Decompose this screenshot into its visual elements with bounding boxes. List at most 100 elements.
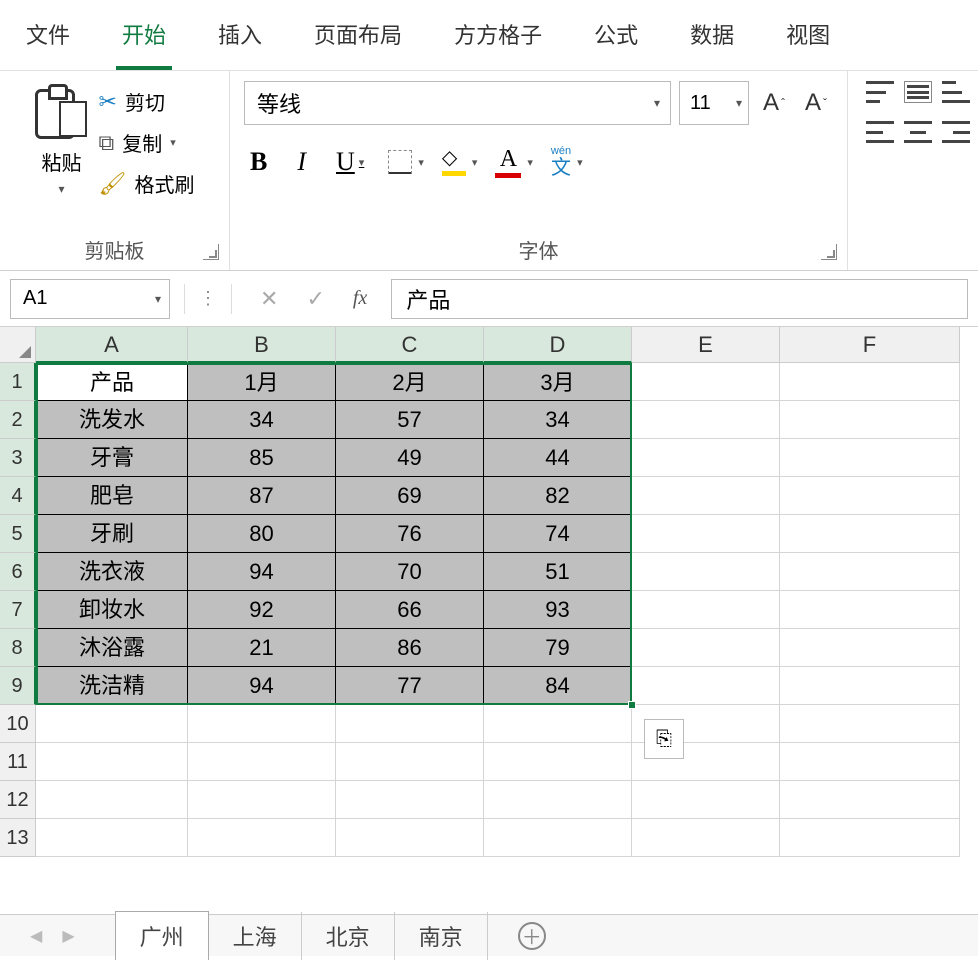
cell[interactable]: 洗发水 xyxy=(36,401,188,439)
format-painter-button[interactable]: 🖌 格式刷 xyxy=(99,169,195,198)
cell[interactable]: 洗衣液 xyxy=(36,553,188,591)
cell[interactable] xyxy=(632,401,780,439)
cell[interactable]: 洗洁精 xyxy=(36,667,188,705)
cell[interactable]: 87 xyxy=(188,477,336,515)
cell[interactable] xyxy=(484,781,632,819)
chevron-down-icon[interactable]: ▾ xyxy=(59,182,65,196)
cell[interactable]: 肥皂 xyxy=(36,477,188,515)
col-header-B[interactable]: B xyxy=(188,327,336,363)
cell[interactable]: 76 xyxy=(336,515,484,553)
cell[interactable]: 2月 xyxy=(336,363,484,401)
menu-page-layout[interactable]: 页面布局 xyxy=(308,8,408,70)
row-header[interactable]: 10 xyxy=(0,705,36,743)
cell[interactable]: 79 xyxy=(484,629,632,667)
cell[interactable] xyxy=(36,781,188,819)
cell[interactable]: 49 xyxy=(336,439,484,477)
cell[interactable] xyxy=(188,743,336,781)
chevron-down-icon[interactable]: ▾ xyxy=(170,136,176,149)
cell[interactable]: 77 xyxy=(336,667,484,705)
row-header[interactable]: 4 xyxy=(0,477,36,515)
cell[interactable]: 沐浴露 xyxy=(36,629,188,667)
formula-input[interactable]: 产品 xyxy=(391,279,968,319)
row-header[interactable]: 1 xyxy=(0,363,36,401)
sheet-tab-beijing[interactable]: 北京 xyxy=(302,912,395,960)
col-header-C[interactable]: C xyxy=(336,327,484,363)
spreadsheet-grid[interactable]: A B C D E F 1产品1月2月3月2洗发水3457343牙膏854944… xyxy=(0,327,978,857)
underline-button[interactable]: U▾ xyxy=(330,147,370,177)
cell[interactable]: 86 xyxy=(336,629,484,667)
fill-color-button[interactable]: ▾ xyxy=(442,149,478,176)
cell[interactable]: 21 xyxy=(188,629,336,667)
confirm-button[interactable]: ✓ xyxy=(292,286,338,312)
cell[interactable] xyxy=(632,667,780,705)
cell[interactable] xyxy=(188,781,336,819)
row-header[interactable]: 13 xyxy=(0,819,36,857)
cell[interactable] xyxy=(780,477,960,515)
cell[interactable] xyxy=(484,743,632,781)
cell[interactable]: 74 xyxy=(484,515,632,553)
cell[interactable]: 80 xyxy=(188,515,336,553)
border-button[interactable]: ▾ xyxy=(388,150,424,174)
select-all-corner[interactable] xyxy=(0,327,36,363)
cell[interactable]: 69 xyxy=(336,477,484,515)
paste-button[interactable]: 粘贴 ▾ xyxy=(35,81,89,196)
align-right-button[interactable] xyxy=(942,121,970,143)
menu-ffgz[interactable]: 方方格子 xyxy=(448,8,548,70)
row-header[interactable]: 12 xyxy=(0,781,36,819)
row-header[interactable]: 2 xyxy=(0,401,36,439)
font-dialog-launcher[interactable] xyxy=(821,244,837,260)
clipboard-dialog-launcher[interactable] xyxy=(203,244,219,260)
cell[interactable]: 94 xyxy=(188,667,336,705)
font-color-button[interactable]: A ▾ xyxy=(495,147,533,178)
cell[interactable] xyxy=(632,819,780,857)
cell[interactable] xyxy=(780,439,960,477)
cell[interactable] xyxy=(632,781,780,819)
menu-view[interactable]: 视图 xyxy=(780,8,836,70)
row-header[interactable]: 7 xyxy=(0,591,36,629)
row-header[interactable]: 8 xyxy=(0,629,36,667)
sheet-tab-shanghai[interactable]: 上海 xyxy=(209,912,302,960)
cell[interactable]: 92 xyxy=(188,591,336,629)
cell[interactable] xyxy=(780,363,960,401)
cell[interactable] xyxy=(780,667,960,705)
cell[interactable] xyxy=(632,515,780,553)
insert-function-button[interactable]: fx xyxy=(339,287,381,310)
selection-handle[interactable] xyxy=(628,701,636,709)
cell[interactable]: 93 xyxy=(484,591,632,629)
cancel-button[interactable]: ✕ xyxy=(246,286,292,312)
cell[interactable] xyxy=(632,629,780,667)
cell[interactable]: 1月 xyxy=(188,363,336,401)
font-size-select[interactable]: 11 ▾ xyxy=(679,81,749,125)
italic-button[interactable]: I xyxy=(291,147,312,177)
phonetic-button[interactable]: wén 文 ▾ xyxy=(551,145,583,179)
cell[interactable]: 牙刷 xyxy=(36,515,188,553)
sheet-tab-guangzhou[interactable]: 广州 xyxy=(115,911,209,960)
row-header[interactable]: 3 xyxy=(0,439,36,477)
cell[interactable]: 44 xyxy=(484,439,632,477)
menu-home[interactable]: 开始 xyxy=(116,8,172,70)
cell[interactable] xyxy=(780,819,960,857)
cell[interactable] xyxy=(188,705,336,743)
cell[interactable] xyxy=(336,781,484,819)
cell[interactable] xyxy=(188,819,336,857)
cell[interactable] xyxy=(780,743,960,781)
col-header-D[interactable]: D xyxy=(484,327,632,363)
cell[interactable] xyxy=(484,819,632,857)
cell[interactable] xyxy=(780,553,960,591)
align-center-button[interactable] xyxy=(904,121,932,143)
decrease-font-button[interactable]: Aˇ xyxy=(799,89,833,117)
menu-file[interactable]: 文件 xyxy=(20,8,76,70)
row-header[interactable]: 6 xyxy=(0,553,36,591)
cell[interactable]: 70 xyxy=(336,553,484,591)
align-middle-button[interactable] xyxy=(904,81,932,103)
cell[interactable] xyxy=(632,477,780,515)
sheet-tab-nanjing[interactable]: 南京 xyxy=(395,912,488,960)
row-header[interactable]: 9 xyxy=(0,667,36,705)
cell[interactable] xyxy=(36,819,188,857)
align-left-button[interactable] xyxy=(866,121,894,143)
menu-formulas[interactable]: 公式 xyxy=(588,8,644,70)
menu-insert[interactable]: 插入 xyxy=(212,8,268,70)
row-header[interactable]: 11 xyxy=(0,743,36,781)
cell[interactable]: 3月 xyxy=(484,363,632,401)
col-header-A[interactable]: A xyxy=(36,327,188,363)
